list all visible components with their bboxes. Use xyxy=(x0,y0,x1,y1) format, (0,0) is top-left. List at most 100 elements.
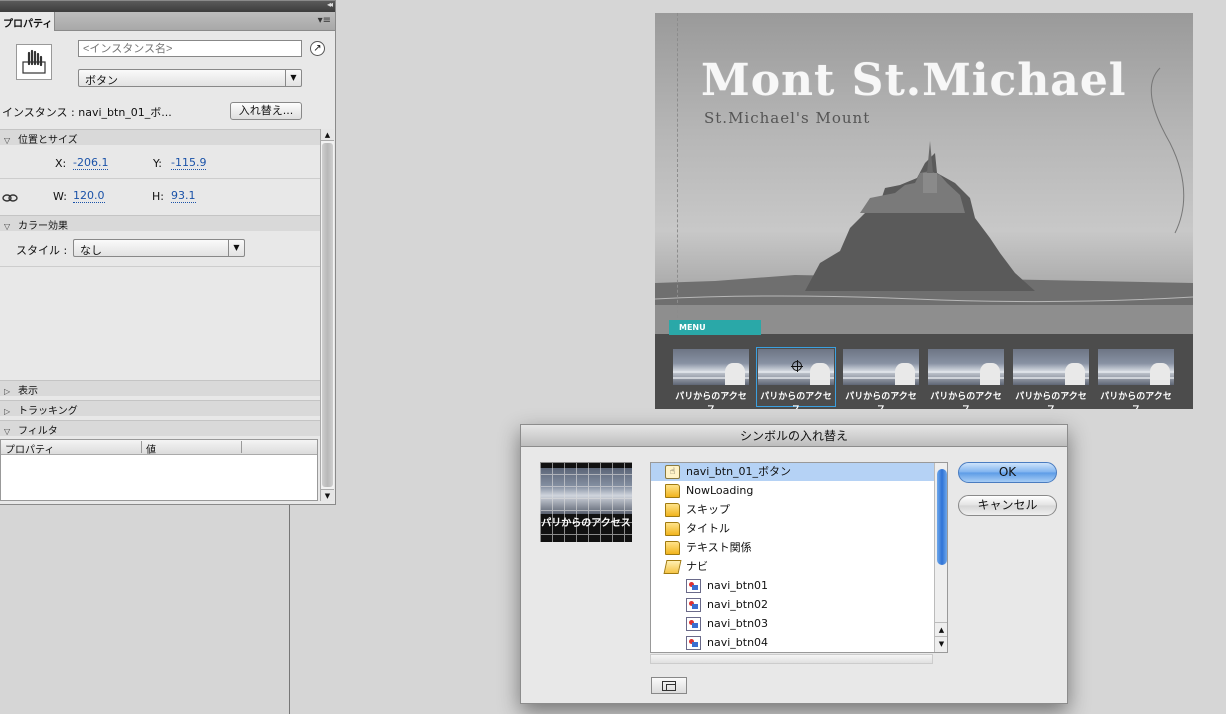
chain-link-icon[interactable] xyxy=(2,193,18,203)
triangle-down-icon: ▽ xyxy=(4,427,11,436)
h-label: H: xyxy=(152,190,164,203)
list-scrollbar[interactable]: ▲ ▼ xyxy=(934,463,947,652)
nav-button-1[interactable]: パリからのアクセス xyxy=(673,349,749,409)
column-divider xyxy=(241,441,242,453)
folder-icon xyxy=(665,503,680,517)
list-item[interactable]: タイトル xyxy=(651,520,934,538)
list-item[interactable]: ☝ navi_btn_01_ボタン xyxy=(651,463,934,481)
panel-tab-bar: プロパティ ▾≡ xyxy=(0,12,335,31)
preview-caption: パリからのアクセス xyxy=(541,518,631,529)
h-value[interactable]: 93.1 xyxy=(171,190,196,203)
collapse-icon[interactable]: ◂◂ xyxy=(327,0,333,9)
nav-button-2[interactable]: パリからのアクセス xyxy=(756,347,836,409)
page-title: Mont St.Michael xyxy=(701,55,1127,106)
properties-panel: ◂◂ プロパティ ▾≡ ↗ ボタン ▼ インスタンス : navi_btn_01… xyxy=(0,0,336,505)
chevron-down-icon: ▼ xyxy=(285,70,301,86)
divider xyxy=(0,266,320,267)
scroll-down-icon[interactable]: ▼ xyxy=(321,489,334,501)
folder-open-icon xyxy=(663,560,682,574)
panel-scrollbar[interactable]: ▲ ▼ xyxy=(320,129,334,501)
nav-button-4[interactable]: パリからのアクセス xyxy=(928,349,1004,409)
nav-button-thumbnail xyxy=(673,349,749,385)
section-display[interactable]: ▷ 表示 xyxy=(0,380,320,397)
page-subtitle: St.Michael's Mount xyxy=(704,109,871,127)
tab-properties[interactable]: プロパティ xyxy=(0,12,55,31)
symbol-type-value: ボタン xyxy=(85,74,118,87)
guide-line xyxy=(677,13,678,323)
nav-button-thumbnail xyxy=(843,349,919,385)
symbol-type-select[interactable]: ボタン ▼ xyxy=(78,69,302,87)
section-filter[interactable]: ▽ フィルタ xyxy=(0,420,320,437)
registration-point-icon xyxy=(791,360,803,372)
x-label: X: xyxy=(55,157,67,170)
section-position-size[interactable]: ▽ 位置とサイズ xyxy=(0,129,320,146)
list-item[interactable]: テキスト関係 xyxy=(651,539,934,557)
list-item[interactable]: navi_btn02 xyxy=(651,596,934,614)
scroll-up-icon[interactable]: ▲ xyxy=(321,129,334,141)
filter-table-header: プロパティ 値 xyxy=(1,440,317,456)
triangle-down-icon: ▽ xyxy=(4,222,11,231)
column-divider xyxy=(141,441,142,453)
guide-line xyxy=(289,505,290,714)
nav-button-thumbnail xyxy=(1013,349,1089,385)
scroll-thumb[interactable] xyxy=(322,143,333,487)
color-style-value: なし xyxy=(80,244,102,257)
triangle-right-icon: ▷ xyxy=(4,407,11,416)
instance-name-input[interactable] xyxy=(78,40,302,57)
cancel-button[interactable]: キャンセル xyxy=(958,495,1057,516)
button-symbol-icon: ☝ xyxy=(665,465,680,479)
list-item[interactable]: navi_btn03 xyxy=(651,615,934,633)
style-label: スタイル : xyxy=(16,244,68,257)
w-label: W: xyxy=(53,190,67,203)
section-color-effect[interactable]: ▽ カラー効果 xyxy=(0,215,320,232)
nav-button-thumbnail xyxy=(1098,349,1174,385)
chevron-down-icon: ▼ xyxy=(228,240,244,256)
scroll-thumb[interactable] xyxy=(937,469,947,565)
scroll-up-icon[interactable]: ▲ xyxy=(935,622,947,636)
list-item[interactable]: NowLoading xyxy=(651,482,934,500)
nav-button-6[interactable]: パリからのアクセス xyxy=(1098,349,1174,409)
nav-button-label: パリからのアクセス xyxy=(930,392,1002,409)
preview-grid xyxy=(540,462,632,542)
properties-scroll-area: ▽ 位置とサイズ X: -206.1 Y: -115.9 W: 120.0 H: … xyxy=(0,129,320,501)
nav-button-3[interactable]: パリからのアクセス xyxy=(843,349,919,409)
edit-symbol-icon[interactable]: ↗ xyxy=(310,41,325,56)
instance-of-label: インスタンス : navi_btn_01_ボ... xyxy=(2,106,172,119)
swap-symbol-button[interactable]: 入れ替え... xyxy=(230,102,302,120)
duplicate-symbol-icon[interactable] xyxy=(651,677,687,694)
y-value[interactable]: -115.9 xyxy=(171,157,207,170)
dialog-title: シンボルの入れ替え xyxy=(521,425,1067,447)
list-horizontal-scrollbar[interactable] xyxy=(650,654,933,664)
nav-button-5[interactable]: パリからのアクセス xyxy=(1013,349,1089,409)
divider xyxy=(0,178,320,179)
scroll-down-icon[interactable]: ▼ xyxy=(935,636,947,650)
triangle-down-icon: ▽ xyxy=(4,136,11,145)
list-item[interactable]: ナビ xyxy=(651,558,934,576)
list-item[interactable]: navi_btn01 xyxy=(651,577,934,595)
color-style-select[interactable]: なし ▼ xyxy=(73,239,245,257)
ok-button[interactable]: OK xyxy=(958,462,1057,483)
symbol-preview: パリからのアクセス xyxy=(540,462,632,542)
graphic-symbol-icon xyxy=(686,579,701,593)
symbol-list[interactable]: ☝ navi_btn_01_ボタン NowLoading スキップ タイトル テ… xyxy=(650,462,948,653)
list-item[interactable]: スキップ xyxy=(651,501,934,519)
filter-col-property[interactable]: プロパティ xyxy=(5,441,54,456)
nav-button-thumbnail xyxy=(928,349,1004,385)
menu-tab[interactable]: MENU xyxy=(669,320,761,335)
button-symbol-icon xyxy=(16,44,52,80)
list-item[interactable]: navi_btn04 xyxy=(651,634,934,652)
stage-canvas[interactable]: Mont St.Michael St.Michael's Mount MENU … xyxy=(655,13,1193,409)
section-tracking[interactable]: ▷ トラッキング xyxy=(0,400,320,417)
x-value[interactable]: -206.1 xyxy=(73,157,109,170)
triangle-right-icon: ▷ xyxy=(4,387,11,396)
filter-table[interactable]: プロパティ 値 xyxy=(0,439,318,501)
nav-button-label: パリからのアクセス xyxy=(1015,392,1087,409)
nav-button-label: パリからのアクセス xyxy=(760,392,832,409)
nav-button-label: パリからのアクセス xyxy=(1100,392,1172,409)
filter-col-value[interactable]: 値 xyxy=(146,441,156,456)
graphic-symbol-icon xyxy=(686,617,701,631)
panel-menu-icon[interactable]: ▾≡ xyxy=(318,15,331,26)
w-value[interactable]: 120.0 xyxy=(73,190,105,203)
folder-icon xyxy=(665,541,680,555)
graphic-symbol-icon xyxy=(686,598,701,612)
